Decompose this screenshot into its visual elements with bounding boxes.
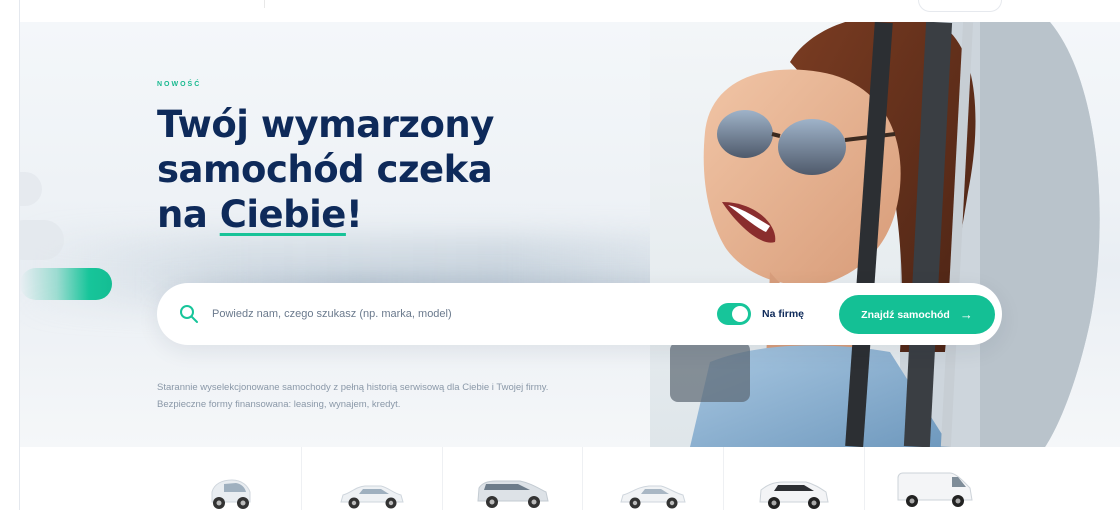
category-hatchback[interactable] [441, 447, 583, 510]
sedan-car-icon [340, 485, 404, 509]
compact-car-icon [620, 485, 687, 509]
search-icon [179, 304, 199, 324]
business-toggle[interactable] [717, 303, 751, 325]
headline-line: na [157, 193, 220, 236]
headline-line: samochód czeka [157, 148, 493, 191]
hero-banner: NOWOŚĆ Twój wymarzony samochód czeka na … [20, 22, 1120, 447]
hero-photo [650, 22, 1120, 447]
van-icon [897, 472, 973, 507]
city-car-icon [211, 479, 251, 509]
headline-line: Twój wymarzony [157, 103, 494, 146]
page: NOWOŚĆ Twój wymarzony samochód czeka na … [0, 0, 1120, 510]
hero-description: Starannie wyselekcjonowane samochody z p… [157, 382, 549, 410]
decorative-pill [20, 220, 64, 260]
page-title: Twój wymarzony samochód czeka na Ciebie! [157, 102, 577, 237]
find-car-button-label: Znajdź samochód [861, 308, 950, 321]
suv-car-icon [759, 481, 829, 509]
toggle-knob [732, 306, 748, 322]
category-suv[interactable] [723, 447, 864, 510]
hatchback-car-icon [477, 480, 549, 508]
car-category-list [160, 447, 1005, 510]
header-divider [264, 0, 265, 8]
category-sedan[interactable] [300, 447, 442, 510]
business-toggle-label[interactable]: Na firmę [762, 308, 804, 320]
headline-highlight: Ciebie [219, 193, 347, 236]
arrow-right-icon: → [959, 307, 973, 322]
category-van[interactable] [864, 447, 1005, 510]
eyebrow-label: NOWOŚĆ [157, 81, 202, 88]
decorative-accent-pill [20, 268, 112, 300]
search-input[interactable] [212, 303, 692, 325]
headline-punctuation: ! [345, 193, 363, 236]
category-city-car[interactable] [160, 447, 301, 510]
woman-in-car-illustration [670, 22, 1100, 447]
category-compact[interactable] [582, 447, 723, 510]
find-car-button[interactable]: Znajdź samochód → [839, 295, 995, 334]
header-button[interactable] [918, 0, 1002, 12]
search-bar: Na firmę Znajdź samochód → [157, 283, 1002, 345]
